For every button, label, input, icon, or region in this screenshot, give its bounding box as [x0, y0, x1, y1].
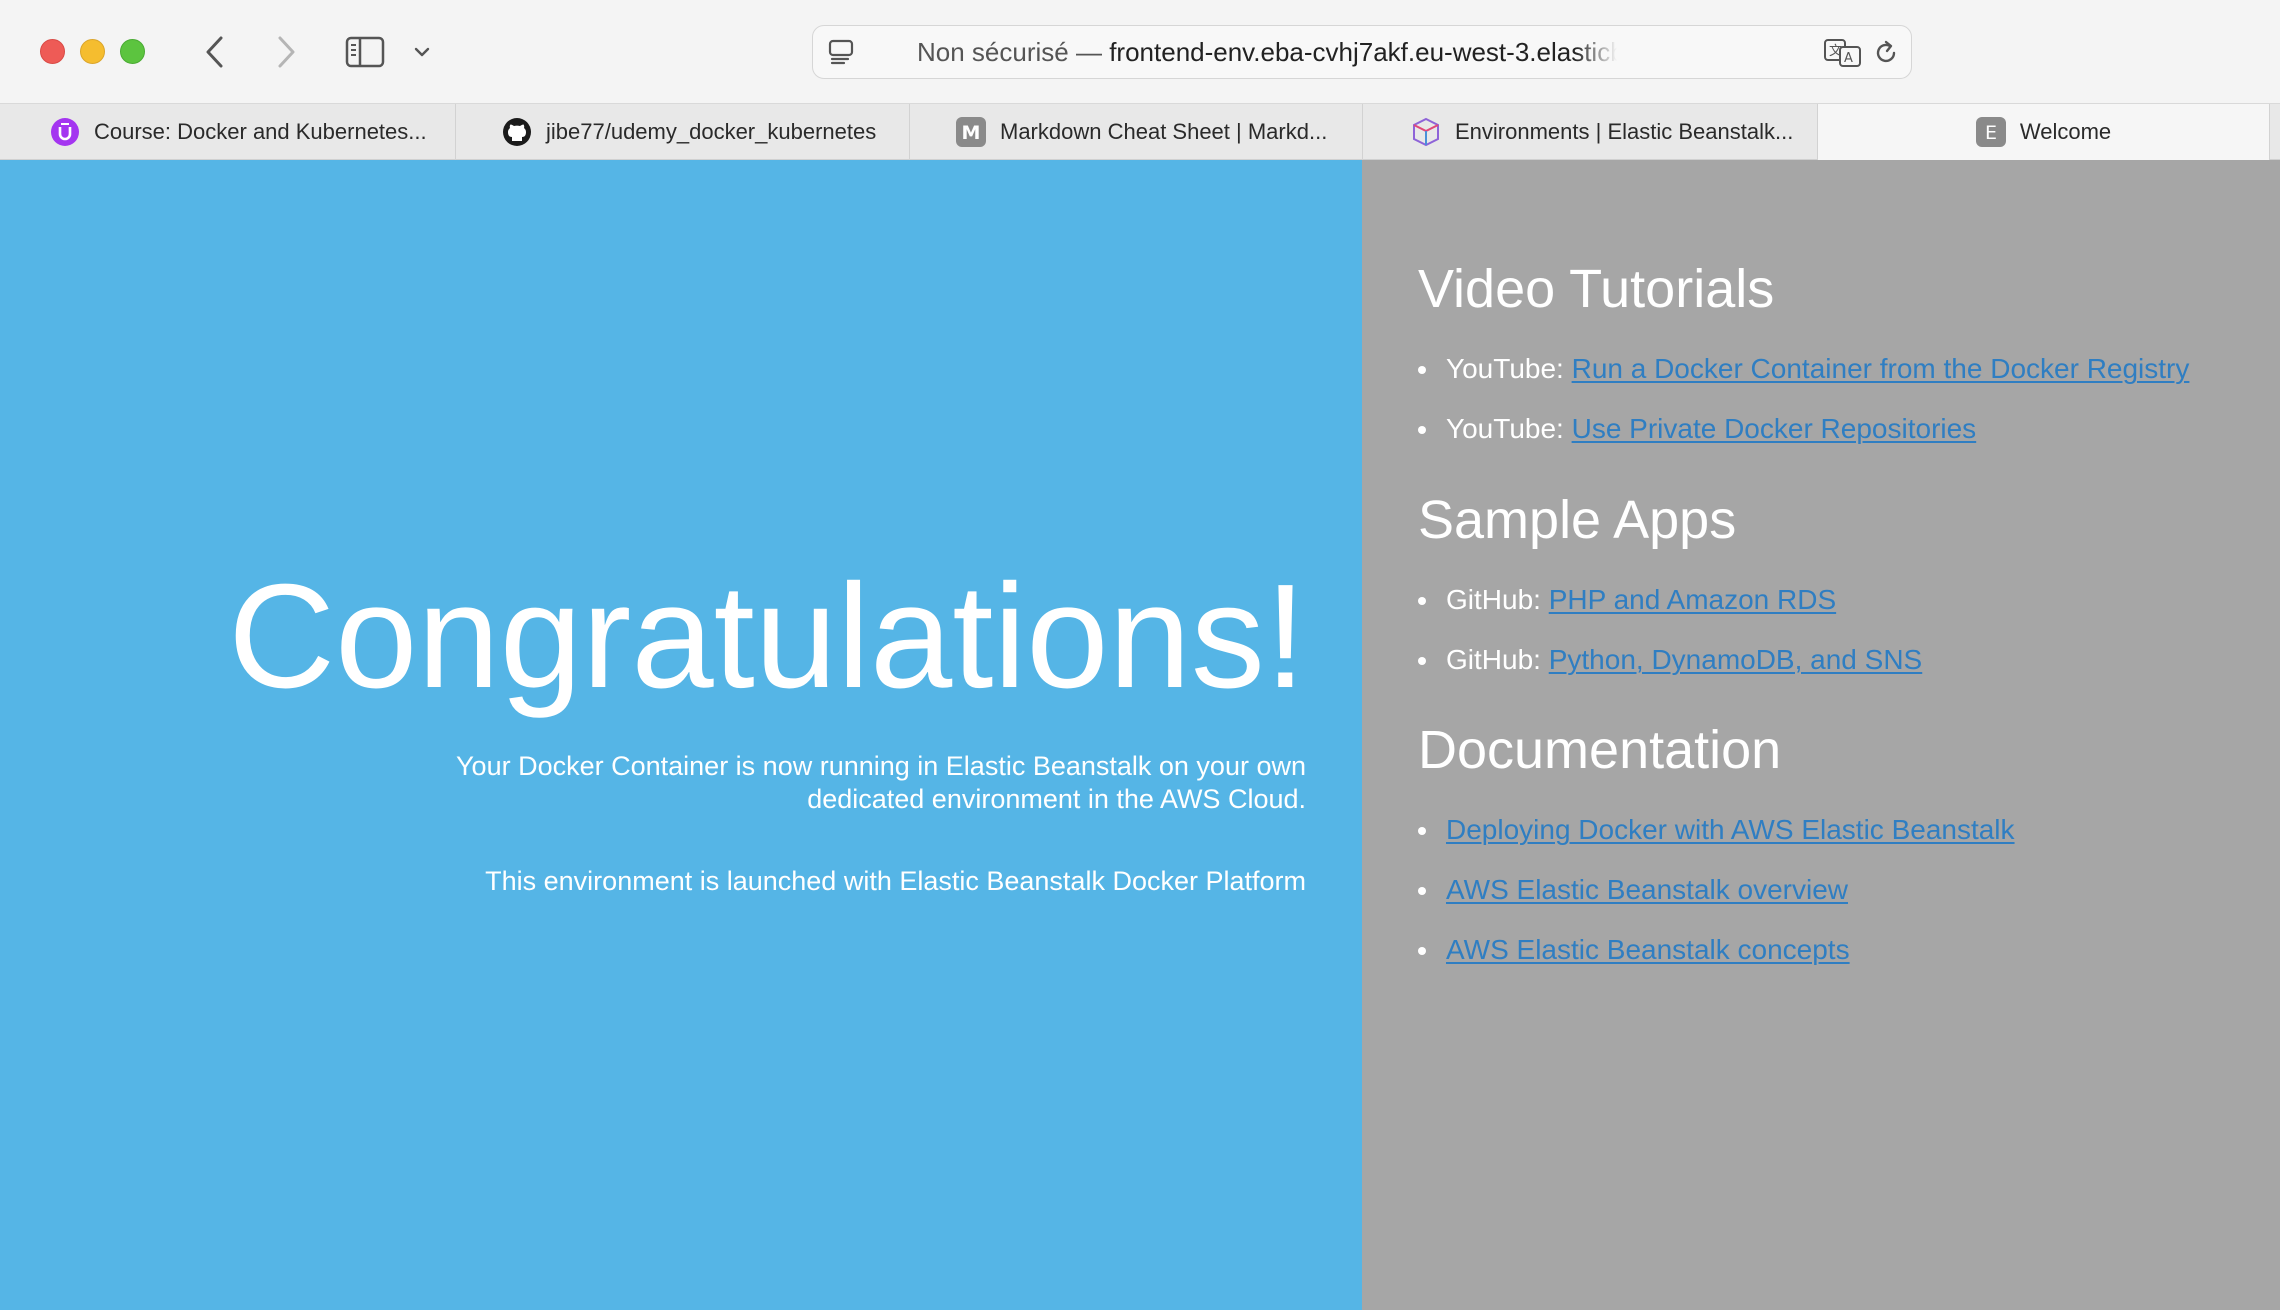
page-menu-icon[interactable] [827, 37, 857, 67]
sample-apps-heading: Sample Apps [1418, 490, 1737, 550]
list-item: Deploying Docker with AWS Elastic Beanst… [1418, 813, 2015, 873]
forward-button[interactable] [264, 30, 308, 74]
hero-subtitle: Your Docker Container is now running in … [456, 751, 1306, 814]
tutorial-link-private-repos[interactable]: Use Private Docker Repositories [1572, 413, 1977, 444]
tab-group-menu-button[interactable] [408, 38, 436, 66]
sample-link-python-dynamodb[interactable]: Python, DynamoDB, and SNS [1549, 644, 1923, 675]
chevron-right-icon [278, 36, 295, 68]
hero-title: Congratulations! [228, 554, 1306, 719]
video-tutorials-heading: Video Tutorials [1418, 259, 1775, 319]
svg-text:E: E [1985, 122, 1997, 144]
address-bar[interactable]: Non sécurisé — frontend-env.eba-cvhj7akf… [812, 25, 1912, 79]
sample-apps-list: GitHub: PHP and Amazon RDS GitHub: Pytho… [1418, 583, 1922, 703]
reload-icon [1876, 40, 1896, 63]
aws-cube-icon [1411, 117, 1441, 147]
link-prefix: YouTube: [1446, 413, 1564, 444]
security-label: Non sécurisé — [917, 37, 1102, 67]
translate-icon: 文 A [1824, 39, 1861, 67]
link-prefix: GitHub: [1446, 644, 1541, 675]
page-content: Congratulations! Your Docker Container i… [0, 160, 2280, 1310]
translate-button[interactable]: 文 A [1823, 36, 1863, 70]
doc-link-overview[interactable]: AWS Elastic Beanstalk overview [1446, 874, 1848, 905]
resources-panel: Video Tutorials YouTube: Run a Docker Co… [1362, 160, 2280, 1310]
close-window-button[interactable] [40, 39, 65, 64]
reload-button[interactable] [1869, 36, 1903, 70]
chevron-left-icon [206, 36, 223, 68]
list-item: AWS Elastic Beanstalk concepts [1418, 933, 2015, 993]
list-item: AWS Elastic Beanstalk overview [1418, 873, 2015, 933]
tab-elastic-beanstalk-environments[interactable]: Environments | Elastic Beanstalk... [1363, 104, 1818, 160]
list-item: YouTube: Use Private Docker Repositories [1418, 412, 2189, 472]
list-item: YouTube: Run a Docker Container from the… [1418, 352, 2189, 412]
tab-label: Course: Docker and Kubernetes... [94, 119, 427, 144]
hero-panel: Congratulations! Your Docker Container i… [0, 160, 1362, 1310]
tab-bar: Course: Docker and Kubernetes... jibe77/… [0, 103, 2280, 160]
svg-text:M: M [962, 122, 981, 144]
sample-link-php-rds[interactable]: PHP and Amazon RDS [1549, 584, 1836, 615]
tab-label: Welcome [2019, 119, 2112, 144]
documentation-list: Deploying Docker with AWS Elastic Beanst… [1418, 813, 2015, 993]
list-item: GitHub: Python, DynamoDB, and SNS [1418, 643, 1922, 703]
doc-link-deploying-docker[interactable]: Deploying Docker with AWS Elastic Beanst… [1446, 814, 2015, 845]
github-icon [502, 117, 532, 147]
markdown-m-icon: M [956, 117, 986, 147]
svg-text:A: A [1844, 51, 1853, 66]
link-prefix: YouTube: [1446, 353, 1564, 384]
url-text[interactable]: Non sécurisé — frontend-env.eba-cvhj7akf… [917, 26, 1617, 78]
chevron-down-icon [414, 47, 430, 57]
back-button[interactable] [193, 30, 237, 74]
tab-welcome[interactable]: E Welcome [1818, 104, 2270, 160]
tab-label: Environments | Elastic Beanstalk... [1455, 119, 1794, 144]
tutorial-link-run-container[interactable]: Run a Docker Container from the Docker R… [1572, 353, 2190, 384]
tab-label: Markdown Cheat Sheet | Markd... [1000, 119, 1328, 144]
link-prefix: GitHub: [1446, 584, 1541, 615]
tab-udemy-course[interactable]: Course: Docker and Kubernetes... [0, 104, 456, 160]
zoom-window-button[interactable] [120, 39, 145, 64]
list-item: GitHub: PHP and Amazon RDS [1418, 583, 1922, 643]
tab-label: jibe77/udemy_docker_kubernetes [546, 119, 877, 144]
platform-note: This environment is launched with Elasti… [485, 866, 1306, 896]
doc-link-concepts[interactable]: AWS Elastic Beanstalk concepts [1446, 934, 1850, 965]
tab-github-repo[interactable]: jibe77/udemy_docker_kubernetes [456, 104, 910, 160]
video-tutorials-list: YouTube: Run a Docker Container from the… [1418, 352, 2189, 472]
letter-e-icon: E [1975, 117, 2006, 147]
documentation-heading: Documentation [1418, 720, 1782, 780]
sidebar-toggle-button[interactable] [343, 32, 387, 72]
tab-markdown-cheat-sheet[interactable]: M Markdown Cheat Sheet | Markd... [910, 104, 1363, 160]
sidebar-icon [345, 36, 385, 68]
browser-toolbar: Non sécurisé — frontend-env.eba-cvhj7akf… [0, 0, 2280, 103]
udemy-icon [50, 117, 80, 147]
minimize-window-button[interactable] [80, 39, 105, 64]
url-host: frontend-env.eba-cvhj7akf.eu-west-3.elas… [1109, 37, 1617, 67]
